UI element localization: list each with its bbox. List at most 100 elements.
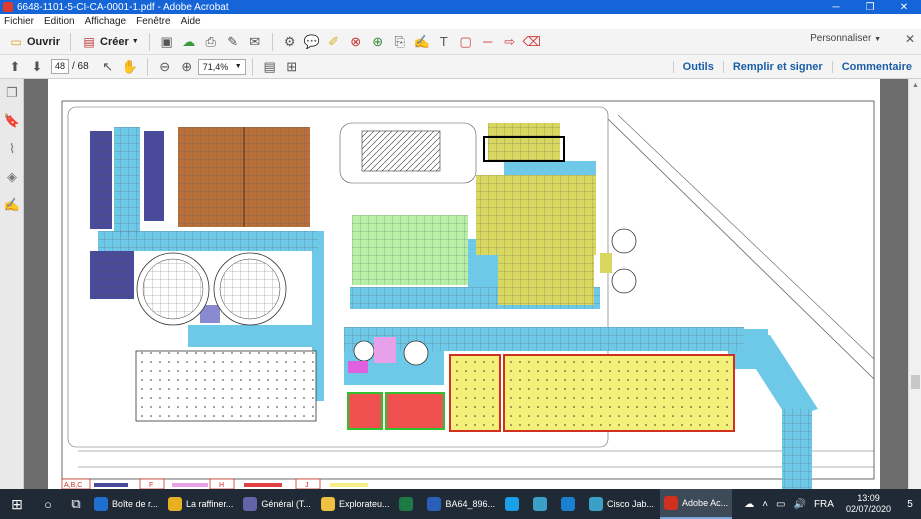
bookmarks-icon[interactable]: 🔖 <box>0 107 24 135</box>
scroll-thumb[interactable] <box>911 375 920 389</box>
webex-icon <box>533 497 548 511</box>
scroll-up-icon[interactable]: ▲ <box>909 79 921 91</box>
zoom-out-icon[interactable]: ⊖ <box>154 57 176 77</box>
edit-icon[interactable]: ✎ <box>222 32 244 52</box>
taskbar-app[interactable]: Général (T... <box>239 489 315 519</box>
arrow-icon[interactable]: ⇨ <box>499 32 521 52</box>
layers-icon[interactable]: ◈ <box>0 163 24 191</box>
sign-icon[interactable]: ✍ <box>411 32 433 52</box>
create-label: Créer <box>100 35 129 48</box>
volume-icon[interactable]: 🔊 <box>794 499 806 510</box>
menu-bar: Fichier Edition Affichage Fenêtre Aide <box>0 14 921 29</box>
acrobat-icon <box>664 496 679 510</box>
jabber-icon <box>589 497 604 511</box>
page-down-icon[interactable]: ⬇ <box>26 57 48 77</box>
create-pdf-icon: ▤ <box>83 34 95 49</box>
legend-label-h: H <box>219 482 224 489</box>
language-indicator[interactable]: FRA <box>814 499 834 510</box>
tools-link[interactable]: Outils <box>672 61 723 73</box>
page-number-input[interactable]: 48 <box>51 59 69 74</box>
attachments-icon[interactable]: ⌇ <box>0 135 24 163</box>
navigation-toolbar: ⬆ ⬇ 48 / 68 ↖ ✋ ⊖ ⊕ 71,4% ▼ ▤ ⊞ Outils R… <box>0 55 921 79</box>
folder-icon <box>320 497 335 511</box>
close-icon[interactable]: ✕ <box>905 32 915 46</box>
taskbar-app[interactable] <box>557 489 583 519</box>
stamp-icon[interactable]: ⊕ <box>367 32 389 52</box>
excel-icon <box>399 497 414 511</box>
skype-icon <box>505 497 520 511</box>
document-page[interactable]: A,B,C F H J <box>48 79 880 489</box>
signatures-icon[interactable]: ✍ <box>0 191 24 219</box>
chrome-icon <box>168 497 183 511</box>
line-icon[interactable]: ─ <box>477 32 499 52</box>
delete-page-icon[interactable]: ⊗ <box>345 32 367 52</box>
windows-start-icon[interactable]: ⊞ <box>0 489 34 519</box>
chevron-up-icon[interactable]: ˄ <box>762 499 768 510</box>
taskbar-app[interactable]: La raffiner... <box>164 489 237 519</box>
menu-fichier[interactable]: Fichier <box>4 16 34 27</box>
search-icon[interactable]: ○ <box>34 489 62 519</box>
open-label: Ouvrir <box>27 35 61 48</box>
open-button[interactable]: ▭ Ouvrir <box>4 32 64 52</box>
save-icon[interactable]: ▣ <box>156 32 178 52</box>
eraser-icon[interactable]: ⌫ <box>521 32 543 52</box>
site-plan-drawing: A,B,C F H J <box>61 100 875 489</box>
fill-sign-link[interactable]: Remplir et signer <box>722 61 832 73</box>
taskbar-app[interactable] <box>501 489 527 519</box>
legend-swatch-h <box>244 483 282 487</box>
minimize-button[interactable]: ─ <box>819 0 853 14</box>
zoom-select[interactable]: 71,4% ▼ <box>197 58 246 75</box>
taskbar: ⊞ ○ ⧉ Boîte de r... La raffiner... Général… <box>0 489 921 519</box>
notification-center[interactable]: 5 <box>899 489 921 519</box>
scroll-mode-icon[interactable]: ▤ <box>259 57 281 77</box>
customize-button[interactable]: Personnaliser ▼ <box>810 33 881 44</box>
gear-icon[interactable]: ⚙ <box>279 32 301 52</box>
network-icon[interactable]: ▭ <box>776 499 785 510</box>
text-box-icon[interactable]: T <box>433 32 455 52</box>
taskbar-app[interactable]: Explorateu... <box>317 489 394 519</box>
clock-time: 13:09 <box>857 493 880 503</box>
menu-fenetre[interactable]: Fenêtre <box>136 16 170 27</box>
taskbar-app[interactable]: BA64_896... <box>423 489 499 519</box>
onedrive-icon[interactable]: ☁ <box>744 499 754 510</box>
taskbar-app[interactable]: Boîte de r... <box>90 489 162 519</box>
window-title: 6648-1101-5-CI-CA-0001-1.pdf - Adobe Acr… <box>17 1 229 13</box>
menu-affichage[interactable]: Affichage <box>85 16 127 27</box>
cloud-upload-icon[interactable]: ☁ <box>178 32 200 52</box>
hand-tool-icon[interactable]: ✋ <box>119 57 141 77</box>
taskbar-app[interactable]: Cisco Jab... <box>585 489 658 519</box>
comment-link[interactable]: Commentaire <box>831 61 921 73</box>
select-cursor-icon[interactable]: ↖ <box>97 57 119 77</box>
create-button[interactable]: ▤ Créer ▼ <box>77 32 143 52</box>
maximize-button[interactable]: ❐ <box>853 0 887 14</box>
taskbar-app[interactable] <box>529 489 555 519</box>
taskbar-app[interactable]: Adobe Ac... <box>660 489 733 519</box>
taskbar-app-label: BA64_896... <box>445 499 496 509</box>
chevron-down-icon: ▼ <box>874 36 881 43</box>
task-view-icon[interactable]: ⧉ <box>62 489 90 519</box>
rectangle-icon[interactable]: ▢ <box>455 32 477 52</box>
menu-edition[interactable]: Edition <box>44 16 75 27</box>
page-thumbnails-icon[interactable]: ❐ <box>0 79 24 107</box>
document-gutter-right <box>880 79 908 489</box>
notification-count: 5 <box>907 498 913 510</box>
email-icon[interactable]: ✉ <box>244 32 266 52</box>
chevron-down-icon: ▼ <box>234 63 242 70</box>
toolbar-divider <box>271 32 273 51</box>
highlight-icon[interactable]: ✐ <box>323 32 345 52</box>
edge-icon <box>561 497 576 511</box>
word-icon <box>427 497 442 511</box>
print-icon[interactable]: ⎙ <box>200 32 222 52</box>
menu-aide[interactable]: Aide <box>181 16 201 27</box>
taskbar-app[interactable] <box>395 489 421 519</box>
page-up-icon[interactable]: ⬆ <box>4 57 26 77</box>
comment-icon[interactable]: 💬 <box>301 32 323 52</box>
fit-page-icon[interactable]: ⊞ <box>281 57 303 77</box>
main-toolbar: ▭ Ouvrir ▤ Créer ▼ ▣ ☁ ⎙ ✎ ✉ ⚙ 💬 ✐ ⊗ ⊕ ⎘… <box>0 29 921 55</box>
zoom-in-icon[interactable]: ⊕ <box>176 57 198 77</box>
close-button[interactable]: ✕ <box>887 0 921 14</box>
vertical-scrollbar[interactable]: ▲ <box>908 79 921 489</box>
clock[interactable]: 13:09 02/07/2020 <box>846 493 891 515</box>
legend-label-abc: A,B,C <box>64 482 82 489</box>
attach-icon[interactable]: ⎘ <box>389 32 411 52</box>
